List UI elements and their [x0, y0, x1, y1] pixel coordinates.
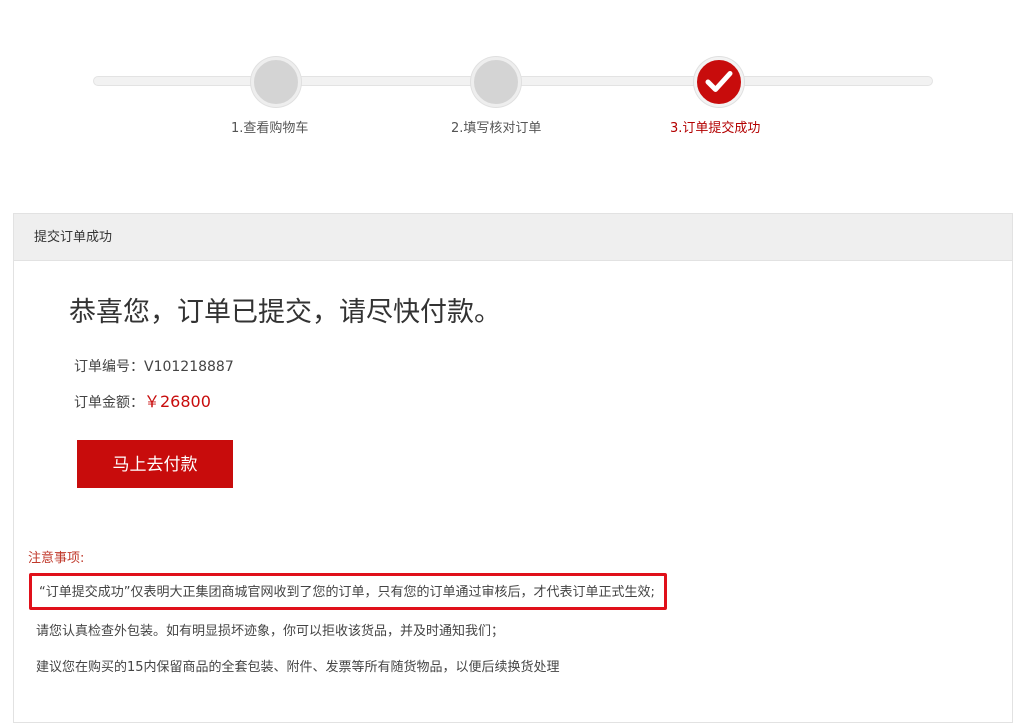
page-title: 恭喜您，订单已提交，请尽快付款。	[69, 297, 501, 328]
check-icon	[705, 71, 733, 92]
step-2-circle	[471, 57, 521, 107]
order-amount-label: 订单金额：	[74, 395, 144, 411]
note-item: 建议您在购买的15内保留商品的全套包装、附件、发票等所有随货物品，以便后续换货处…	[36, 660, 560, 675]
step-2-label: 2.填写核对订单	[451, 121, 542, 136]
panel-header: 提交订单成功	[14, 214, 1012, 261]
note-item: 请您认真检查外包装。如有明显损坏迹象，你可以拒收该货品，并及时通知我们；	[36, 624, 505, 639]
pay-now-button[interactable]: 马上去付款	[77, 440, 233, 488]
step-3-label: 3.订单提交成功	[670, 121, 761, 136]
notes-title: 注意事项:	[28, 551, 85, 566]
order-amount-value: ￥26800	[144, 392, 211, 411]
step-1-circle	[251, 57, 301, 107]
order-number-line: 订单编号：V101218887	[74, 356, 234, 376]
order-success-panel: 提交订单成功 恭喜您，订单已提交，请尽快付款。 订单编号：V101218887 …	[13, 213, 1013, 723]
order-steps: 1.查看购物车 2.填写核对订单 3.订单提交成功	[0, 0, 1033, 150]
order-number-value: V101218887	[144, 359, 234, 375]
step-1-label: 1.查看购物车	[231, 121, 309, 136]
order-amount-line: 订单金额：￥26800	[74, 388, 211, 412]
order-number-label: 订单编号：	[74, 359, 144, 375]
note-item: “订单提交成功”仅表明大正集团商城官网收到了您的订单，只有您的订单通过审核后，才…	[29, 573, 667, 610]
step-3-circle	[694, 57, 744, 107]
